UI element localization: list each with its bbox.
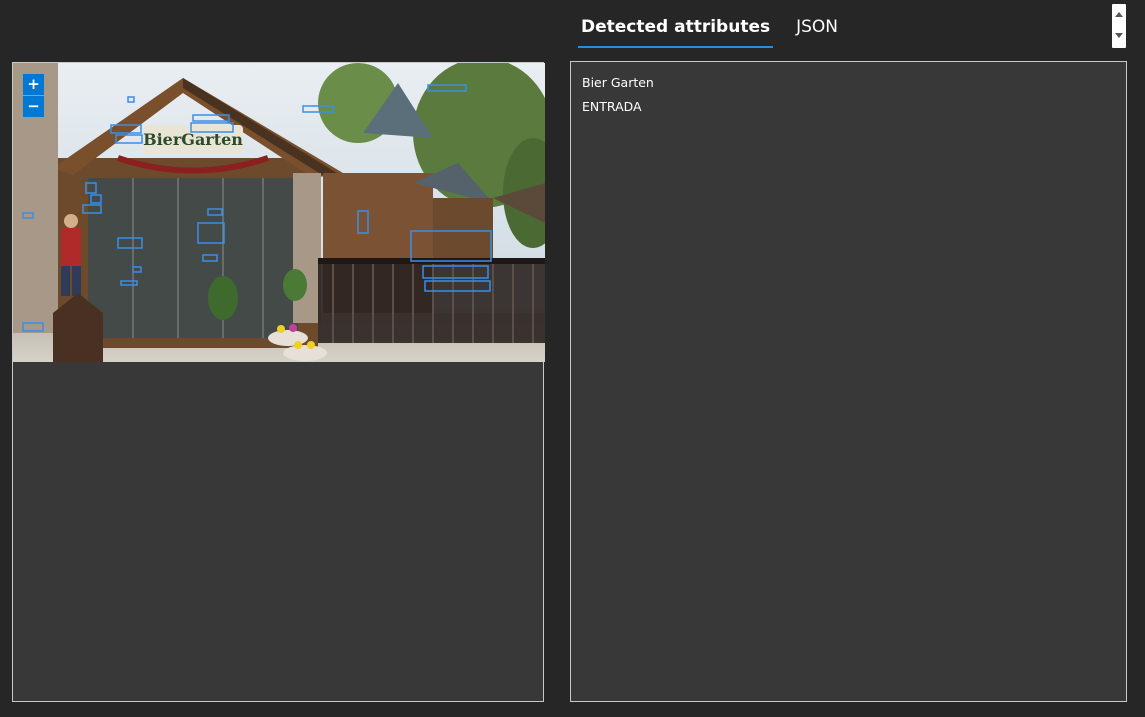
zoom-in-button[interactable]: + <box>23 74 44 95</box>
attribute-item: ENTRADA <box>582 99 642 114</box>
scrollbar[interactable] <box>1112 4 1126 48</box>
scroll-up-arrow-icon[interactable] <box>1112 8 1126 22</box>
tab-detected-attributes[interactable]: Detected attributes <box>578 0 774 48</box>
attributes-panel: Bier Garten ENTRADA <box>570 61 1127 702</box>
zoom-out-button[interactable]: − <box>23 96 44 117</box>
tab-bar: Detected attributes JSON <box>578 0 861 48</box>
sign-text: BierGarten <box>143 130 243 149</box>
tab-json[interactable]: JSON <box>793 0 841 48</box>
image-viewer[interactable]: BierGarten + − <box>12 62 545 702</box>
scroll-down-arrow-icon[interactable] <box>1112 28 1126 42</box>
analyzed-photo: BierGarten <box>13 63 545 362</box>
attribute-item: Bier Garten <box>582 75 654 90</box>
